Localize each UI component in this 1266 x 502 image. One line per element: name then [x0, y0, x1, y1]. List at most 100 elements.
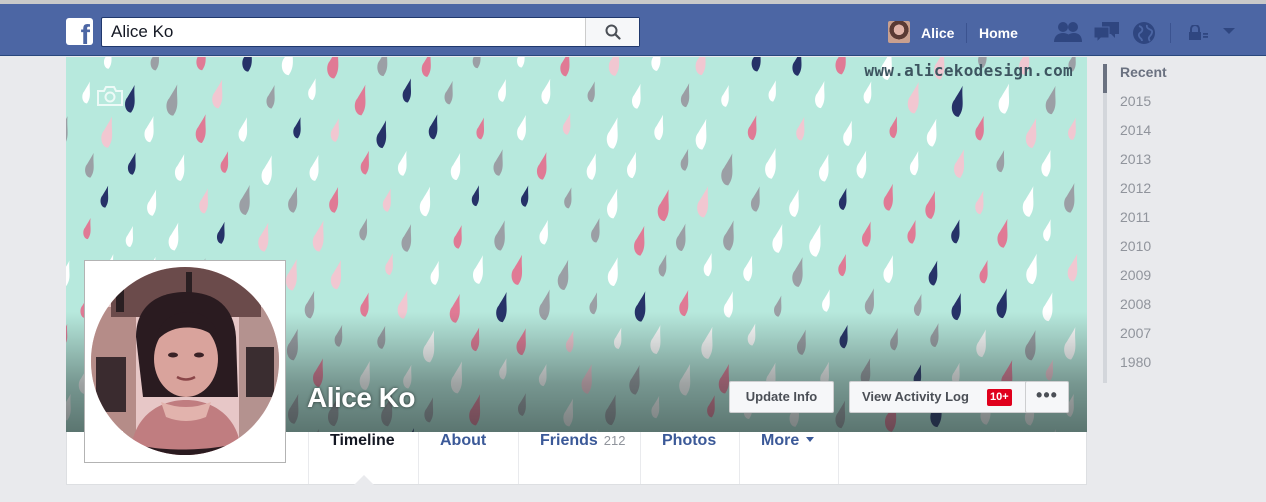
raindrop [242, 57, 252, 72]
raindrop [258, 222, 269, 252]
raindrop [607, 188, 618, 219]
raindrop [66, 57, 70, 70]
nav-divider [1170, 23, 1171, 43]
raindrop [428, 114, 438, 140]
raindrop [819, 154, 829, 182]
scrubber-year-recent[interactable]: Recent [1103, 64, 1213, 93]
raindrop [768, 80, 776, 102]
raindrop [951, 85, 963, 117]
nav-user-name[interactable]: Alice [921, 25, 954, 41]
tab-about[interactable]: About [419, 432, 519, 484]
scrubber-year-2010[interactable]: 2010 [1103, 238, 1213, 267]
nav-user-avatar[interactable] [888, 21, 910, 43]
raindrop [626, 151, 637, 179]
raindrop [909, 150, 919, 176]
tab-friends[interactable]: Friends 212 [519, 432, 641, 484]
raindrop [376, 120, 387, 149]
raindrop [951, 219, 960, 244]
tab-label: Photos [662, 432, 717, 449]
raindrop [444, 80, 453, 105]
tab-more[interactable]: More [740, 432, 839, 484]
raindrop [377, 57, 388, 77]
raindrop [695, 118, 707, 150]
raindrop [843, 120, 852, 146]
scrubber-year-2011[interactable]: 2011 [1103, 209, 1213, 238]
raindrop [430, 260, 439, 285]
scrubber-year-2007[interactable]: 2007 [1103, 325, 1213, 354]
scrubber-year-2008[interactable]: 2008 [1103, 296, 1213, 325]
profile-name[interactable]: Alice Ko [307, 382, 416, 414]
raindrop [174, 153, 185, 181]
raindrop [743, 255, 753, 282]
search-input[interactable] [102, 18, 586, 46]
raindrop [385, 253, 393, 275]
update-info-button[interactable]: Update Info [729, 381, 834, 413]
raindrop [695, 57, 706, 76]
raindrop [101, 116, 113, 148]
raindrop [493, 149, 503, 176]
more-options-button[interactable]: ••• [1025, 381, 1069, 413]
tab-photos[interactable]: Photos [641, 432, 740, 484]
raindrop [557, 259, 569, 291]
raindrop [954, 149, 965, 178]
raindrop [125, 225, 134, 247]
raindrop [676, 223, 686, 251]
scrubber-year-2014[interactable]: 2014 [1103, 122, 1213, 151]
raindrop [835, 57, 846, 75]
privacy-lock-icon[interactable] [1187, 25, 1209, 41]
raindrop [125, 84, 135, 113]
raindrop [750, 186, 760, 212]
scrubber-year-2009[interactable]: 2009 [1103, 267, 1213, 296]
messages-icon[interactable] [1093, 21, 1121, 45]
notifications-globe-icon[interactable] [1132, 21, 1156, 45]
scrubber-year-1980[interactable]: 1980 [1103, 354, 1213, 383]
account-menu-caret-icon[interactable] [1222, 26, 1236, 36]
raindrop [723, 220, 734, 251]
raindrop [1068, 117, 1076, 141]
scrubber-year-2012[interactable]: 2012 [1103, 180, 1213, 209]
raindrop [382, 188, 391, 212]
change-cover-camera-icon[interactable] [96, 85, 124, 107]
raindrop [473, 255, 483, 284]
raindrop [419, 186, 431, 217]
raindrop [83, 218, 91, 240]
raindrop [312, 220, 324, 252]
raindrop [1067, 253, 1078, 282]
raindrop [308, 78, 316, 101]
raindrop [591, 218, 600, 243]
raindrop [494, 220, 505, 251]
facebook-logo[interactable]: f [66, 18, 93, 45]
raindrop [511, 254, 523, 285]
raindrop [238, 117, 248, 142]
raindrop [66, 116, 68, 146]
raindrop [1022, 186, 1034, 217]
raindrop [82, 81, 90, 104]
change-profile-picture-camera-icon[interactable] [96, 426, 124, 448]
raindrop [330, 259, 342, 290]
raindrop [536, 152, 547, 180]
raindrop [147, 189, 157, 216]
raindrop [721, 153, 733, 186]
raindrop [288, 186, 298, 213]
raindrop [864, 288, 875, 315]
raindrop [195, 114, 206, 143]
raindrop [606, 117, 618, 149]
raindrop [66, 260, 70, 287]
raindrop [883, 255, 894, 283]
raindrop [560, 57, 570, 77]
raindrop [608, 57, 620, 76]
scrubber-year-2013[interactable]: 2013 [1103, 151, 1213, 180]
raindrop [634, 225, 645, 256]
raindrop [216, 221, 225, 244]
search-button[interactable] [585, 18, 639, 46]
friend-requests-icon[interactable] [1053, 21, 1083, 43]
scrubber-year-2015[interactable]: 2015 [1103, 93, 1213, 122]
view-activity-log-button[interactable]: View Activity Log 10+ [849, 381, 1027, 413]
raindrop [127, 152, 136, 175]
raindrop [907, 220, 916, 244]
nav-home-link[interactable]: Home [979, 25, 1018, 41]
raindrop [680, 83, 690, 108]
raindrop [359, 218, 368, 241]
raindrop [998, 83, 1010, 114]
raindrop [772, 223, 783, 253]
